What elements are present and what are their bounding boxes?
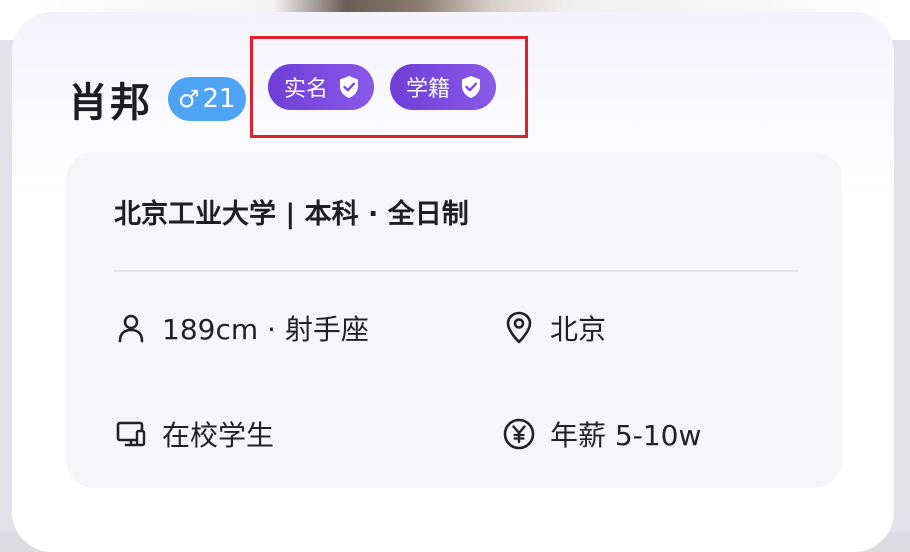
height-sign-item: 189cm · 射手座 — [114, 308, 369, 348]
height-sign-text: 189cm · 射手座 — [162, 313, 369, 346]
location-pin-icon — [502, 311, 536, 345]
occupation-text: 在校学生 — [162, 419, 275, 452]
salary-text: 年薪 5-10w — [550, 419, 702, 452]
shield-check-icon — [338, 75, 360, 99]
profile-card: 肖邦 ♂ 21 实名 学籍 北京工业大学 | 本科 · 全日制 189cm · … — [12, 12, 894, 552]
profile-name: 肖邦 — [68, 80, 152, 126]
occupation-item: 在校学生 — [114, 414, 274, 454]
location-text: 北京 — [550, 313, 607, 346]
profile-header: 肖邦 ♂ 21 — [68, 67, 246, 131]
divider — [114, 270, 798, 272]
yen-circle-icon — [502, 417, 536, 451]
verify-badge-realname[interactable]: 实名 — [268, 64, 375, 110]
verification-badges: 实名 学籍 — [268, 64, 497, 110]
verify-badge-label: 实名 — [284, 77, 329, 102]
education-text: 北京工业大学 | 本科 · 全日制 — [114, 199, 469, 230]
age-value: 21 — [202, 84, 236, 114]
verify-badge-label: 学籍 — [406, 77, 451, 102]
info-panel: 北京工业大学 | 本科 · 全日制 189cm · 射手座 北京 在校学生 年薪… — [66, 152, 842, 488]
gender-age-badge: ♂ 21 — [168, 77, 246, 121]
desktop-icon — [114, 417, 148, 451]
person-icon — [114, 311, 148, 345]
salary-item: 年薪 5-10w — [502, 414, 701, 454]
location-item: 北京 — [502, 308, 606, 348]
male-icon: ♂ — [178, 85, 200, 113]
verify-badge-student[interactable]: 学籍 — [390, 64, 497, 110]
shield-check-icon — [460, 75, 482, 99]
